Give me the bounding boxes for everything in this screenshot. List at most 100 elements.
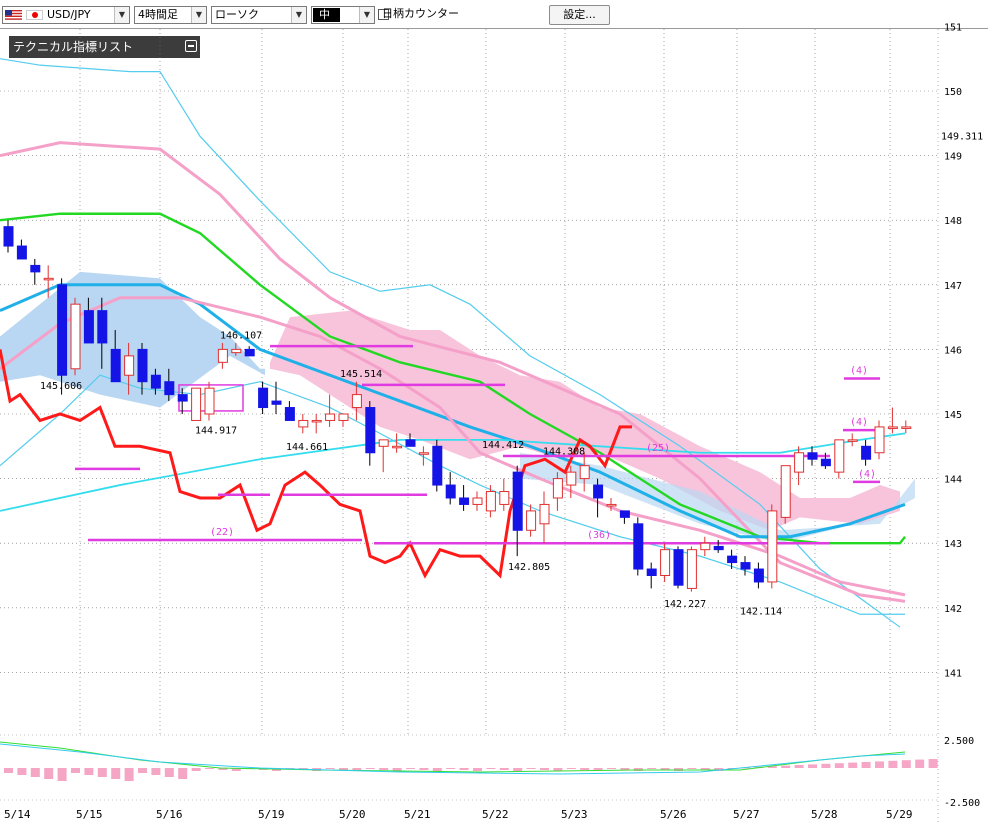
price-annotation: 144.917	[195, 425, 237, 436]
candle-body	[351, 394, 362, 409]
candle-body	[378, 439, 389, 447]
price-axis: 151 150 149 148 147 146 145 144 143 142 141 149.311…	[941, 22, 983, 809]
osc-lower-label: -2.500	[944, 798, 980, 809]
osc-bar	[138, 768, 147, 773]
price-annotation: 144.308	[543, 447, 585, 458]
candle-body	[271, 400, 282, 405]
candle-body	[43, 277, 54, 281]
candle-body	[646, 568, 657, 576]
candle-body	[30, 264, 41, 273]
candle-body	[713, 545, 724, 551]
candle-body	[780, 465, 791, 518]
date-label: 5/23	[561, 808, 588, 821]
candle-body	[3, 226, 14, 247]
osc-bar	[647, 768, 657, 769]
osc-bar	[928, 759, 938, 768]
osc-bar	[419, 768, 429, 770]
candle-body	[311, 419, 322, 423]
candle-body	[57, 284, 68, 376]
candle-body	[686, 549, 697, 589]
price-annotation: 145.606	[40, 381, 82, 392]
osc-bar	[888, 760, 898, 768]
price-tick-label: 143	[944, 539, 962, 550]
candle-body	[593, 484, 604, 499]
ichimoku-cloud	[0, 271, 915, 544]
candle-body	[526, 510, 537, 531]
day-counter-label: (25)	[646, 443, 670, 454]
candle-body	[847, 439, 858, 442]
osc-bar	[526, 768, 536, 769]
osc-bar	[607, 768, 616, 769]
candle-body	[231, 348, 242, 354]
osc-main-line	[0, 743, 906, 775]
candle-body	[753, 568, 764, 583]
candle-body	[767, 510, 778, 583]
osc-bar	[44, 768, 54, 779]
candle-body	[177, 394, 188, 402]
osc-bar	[406, 768, 415, 769]
osc-bar	[164, 768, 174, 777]
day-counter-label: (36)	[587, 530, 611, 541]
osc-bar	[178, 768, 188, 779]
candle-body	[191, 387, 202, 421]
candle-body	[512, 471, 523, 531]
candle-body	[110, 348, 121, 383]
osc-bar	[687, 768, 697, 769]
price-chart[interactable]: 5/14 5/15 5/16 5/19 5/20 5/21 5/22 5/23 5/26 5/27…	[0, 0, 988, 823]
candle-body	[150, 374, 161, 389]
candle-body	[807, 452, 818, 460]
candle-body	[204, 387, 215, 415]
candle-body	[418, 452, 429, 455]
candle-body	[338, 413, 349, 421]
osc-bar	[580, 768, 590, 770]
candle-body	[445, 484, 456, 499]
candle-body	[566, 471, 577, 486]
osc-bar	[861, 762, 871, 768]
day-counter-label: (22)	[210, 527, 234, 538]
osc-bar	[17, 768, 27, 775]
price-tick-label: 142	[944, 604, 962, 615]
osc-bar	[111, 768, 121, 779]
candle-body	[405, 439, 416, 447]
price-annotation: 145.514	[340, 369, 382, 380]
osc-bar	[834, 763, 844, 768]
candle-body	[16, 245, 27, 260]
candle-body	[901, 426, 912, 429]
osc-bar	[151, 768, 161, 775]
price-tick-label: 141	[944, 668, 962, 679]
price-tick-label: 149	[944, 152, 962, 163]
osc-bar	[781, 765, 791, 768]
osc-bar	[30, 768, 40, 777]
osc-upper-label: 2.500	[944, 736, 974, 747]
candle-body	[485, 491, 496, 512]
candle-body	[70, 303, 81, 370]
date-label: 5/14	[4, 808, 31, 821]
candle-body	[83, 310, 94, 344]
price-annotation: 144.661	[286, 442, 328, 453]
candle-body	[579, 465, 590, 480]
candle-body	[392, 445, 403, 449]
price-tick-label: 148	[944, 216, 962, 227]
day-counter-label: (4)	[858, 469, 876, 480]
date-label: 5/22	[482, 808, 509, 821]
candle-body	[874, 426, 885, 454]
candle-body	[633, 523, 644, 570]
osc-bar	[499, 768, 509, 770]
osc-bar	[124, 768, 134, 781]
date-label: 5/19	[258, 808, 285, 821]
candle-body	[552, 478, 563, 499]
day-counter-label: (4)	[850, 365, 868, 376]
price-tick-label: 146	[944, 345, 962, 356]
candle-body	[432, 445, 443, 486]
osc-bar	[365, 768, 375, 769]
osc-bar	[191, 768, 201, 771]
candle-body	[325, 413, 336, 421]
price-annotation: 142.227	[664, 599, 706, 610]
date-label: 5/20	[339, 808, 366, 821]
price-tick-label: 150	[944, 87, 962, 98]
candle-body	[284, 407, 295, 421]
price-tick-label: 145	[944, 410, 962, 421]
osc-bar	[566, 768, 576, 769]
price-annotation: 146.107	[220, 330, 262, 341]
candle-body	[660, 549, 671, 576]
